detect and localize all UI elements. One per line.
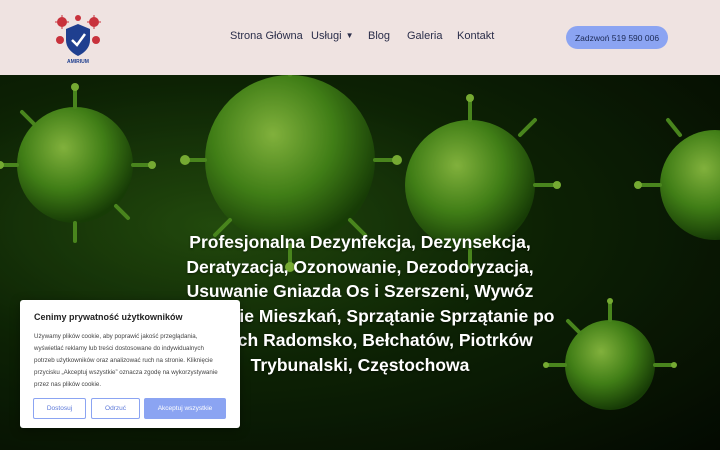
customize-button[interactable]: Dostosuj	[33, 398, 86, 419]
nav-home[interactable]: Strona Główna	[230, 30, 303, 42]
nav-gallery[interactable]: Galeria	[407, 30, 442, 42]
reject-button[interactable]: Odrzuć	[91, 398, 140, 419]
nav-services[interactable]: Usługi ▼	[311, 30, 354, 42]
nav-services-label: Usługi	[311, 30, 342, 42]
logo[interactable]: AMIRIUM	[50, 10, 106, 66]
chevron-down-icon: ▼	[345, 31, 354, 40]
cookie-consent-banner: Cenimy prywatność użytkowników Używamy p…	[20, 300, 240, 428]
accept-all-button[interactable]: Akceptuj wszystkie	[144, 398, 226, 419]
nav-blog[interactable]: Blog	[368, 30, 390, 42]
svg-text:AMIRIUM: AMIRIUM	[67, 59, 89, 65]
cookie-description: Używamy plików cookie, aby poprawić jako…	[34, 333, 218, 388]
site-header: AMIRIUM Strona Główna Usługi ▼ Blog Galer…	[0, 0, 720, 75]
nav-contact[interactable]: Kontakt	[457, 30, 494, 42]
call-button[interactable]: Zadzwoń 519 590 006	[566, 26, 668, 49]
cookie-title: Cenimy prywatność użytkowników	[34, 312, 183, 322]
